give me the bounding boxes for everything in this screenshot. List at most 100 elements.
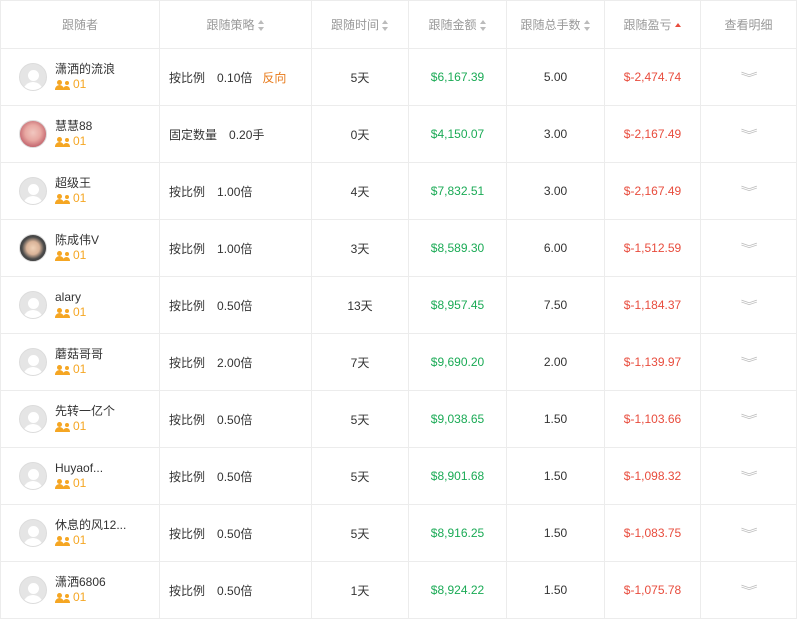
avatar[interactable]: [19, 462, 47, 490]
chevron-down-double-icon[interactable]: ︾: [741, 582, 758, 599]
follower-count-value: 01: [73, 590, 87, 604]
details-cell: ︾: [700, 447, 797, 505]
avatar[interactable]: [19, 576, 47, 604]
follow-lots: 6.00: [506, 219, 605, 277]
chevron-down-double-icon[interactable]: ︾: [741, 183, 758, 200]
follower-name[interactable]: 蘑菇哥哥: [55, 347, 103, 362]
follower-name[interactable]: Huyaof...: [55, 461, 103, 476]
follow-time: 1天: [311, 561, 409, 619]
strategy-mode: 按比例: [169, 526, 206, 541]
table-row: Huyaof... 01 按比例 0.50倍 5天 $8,901.68 1.50 …: [0, 447, 797, 505]
follower-name[interactable]: 陈成伟V: [55, 233, 99, 248]
follower-count: 01: [55, 248, 99, 263]
strategy-mode: 按比例: [169, 241, 206, 256]
strategy-cell: 按比例 2.00倍: [159, 333, 312, 391]
follower-count-value: 01: [73, 305, 87, 319]
avatar[interactable]: [19, 291, 47, 319]
follower-cell: 潇洒6806 01: [0, 561, 160, 619]
follower-name[interactable]: 慧慧88: [55, 119, 92, 134]
follow-time: 5天: [311, 390, 409, 448]
header-details: 查看明细: [700, 0, 797, 49]
chevron-down-double-icon[interactable]: ︾: [741, 69, 758, 86]
chevron-down-double-icon[interactable]: ︾: [741, 354, 758, 371]
strategy-cell: 按比例 0.50倍: [159, 276, 312, 334]
follower-name[interactable]: 超级王: [55, 176, 91, 191]
follow-lots: 7.50: [506, 276, 605, 334]
strategy-cell: 按比例 0.50倍: [159, 390, 312, 448]
avatar[interactable]: [19, 63, 47, 91]
follower-count-value: 01: [73, 191, 87, 205]
follow-amount: $8,916.25: [408, 504, 507, 562]
users-icon: [55, 535, 71, 546]
strategy-multiplier: 1.00倍: [217, 184, 253, 199]
chevron-down-double-icon[interactable]: ︾: [741, 240, 758, 257]
header-time-sort[interactable]: 跟随时间: [311, 0, 409, 49]
follow-amount: $8,901.68: [408, 447, 507, 505]
strategy-multiplier: 2.00倍: [217, 355, 253, 370]
follow-amount: $6,167.39: [408, 48, 507, 106]
avatar[interactable]: [19, 348, 47, 376]
follower-cell: alary 01: [0, 276, 160, 334]
follow-time: 7天: [311, 333, 409, 391]
avatar[interactable]: [19, 519, 47, 547]
strategy-multiplier: 0.50倍: [217, 469, 253, 484]
chevron-down-double-icon[interactable]: ︾: [741, 525, 758, 542]
chevron-down-double-icon[interactable]: ︾: [741, 468, 758, 485]
follower-name[interactable]: 潇洒6806: [55, 575, 106, 590]
chevron-down-double-icon[interactable]: ︾: [741, 126, 758, 143]
sort-icon: [479, 20, 487, 32]
follower-count: 01: [55, 362, 103, 377]
strategy-cell: 固定数量 0.20手: [159, 105, 312, 163]
chevron-down-double-icon[interactable]: ︾: [741, 297, 758, 314]
header-strategy-sort[interactable]: 跟随策略: [159, 0, 312, 49]
follower-count: 01: [55, 134, 92, 149]
sort-ascending-icon: [674, 20, 682, 31]
users-icon: [55, 421, 71, 432]
follower-name[interactable]: 先转一亿个: [55, 404, 115, 419]
follower-name[interactable]: 休息的风12...: [55, 518, 126, 533]
strategy-cell: 按比例 0.10倍 反向: [159, 48, 312, 106]
chevron-down-double-icon[interactable]: ︾: [741, 411, 758, 428]
follow-lots: 5.00: [506, 48, 605, 106]
table-row: 潇洒6806 01 按比例 0.50倍 1天 $8,924.22 1.50 $-1…: [0, 561, 797, 619]
strategy-mode: 固定数量: [169, 127, 218, 142]
follower-cell: 陈成伟V 01: [0, 219, 160, 277]
avatar[interactable]: [19, 405, 47, 433]
strategy-mode: 按比例: [169, 469, 206, 484]
follower-count: 01: [55, 590, 106, 605]
follower-name[interactable]: alary: [55, 290, 86, 305]
header-amount-sort[interactable]: 跟随金额: [408, 0, 507, 49]
follower-count-value: 01: [73, 362, 87, 376]
follower-count: 01: [55, 419, 115, 434]
follow-lots: 1.50: [506, 561, 605, 619]
follow-time: 13天: [311, 276, 409, 334]
follower-cell: 休息的风12... 01: [0, 504, 160, 562]
header-pnl-sort[interactable]: 跟随盈亏: [604, 0, 701, 49]
follow-amount: $8,589.30: [408, 219, 507, 277]
follow-time: 3天: [311, 219, 409, 277]
follower-name[interactable]: 潇洒的流浪: [55, 62, 115, 77]
users-icon: [55, 79, 71, 90]
follow-pnl: $-1,512.59: [604, 219, 701, 277]
table-row: 超级王 01 按比例 1.00倍 4天 $7,832.51 3.00 $-2,16…: [0, 162, 797, 220]
header-lots-sort[interactable]: 跟随总手数: [506, 0, 605, 49]
follow-amount: $7,832.51: [408, 162, 507, 220]
sort-icon: [257, 20, 265, 32]
avatar[interactable]: [19, 177, 47, 205]
details-cell: ︾: [700, 219, 797, 277]
avatar[interactable]: [19, 120, 47, 148]
follower-count-value: 01: [73, 77, 87, 91]
follow-lots: 3.00: [506, 162, 605, 220]
follow-pnl: $-1,075.78: [604, 561, 701, 619]
follow-lots: 3.00: [506, 105, 605, 163]
sort-icon: [583, 20, 591, 32]
follow-time: 4天: [311, 162, 409, 220]
table-row: 蘑菇哥哥 01 按比例 2.00倍 7天 $9,690.20 2.00 $-1,1…: [0, 333, 797, 391]
avatar[interactable]: [19, 234, 47, 262]
follow-time: 5天: [311, 447, 409, 505]
table-row: 休息的风12... 01 按比例 0.50倍 5天 $8,916.25 1.50 …: [0, 504, 797, 562]
table-row: 慧慧88 01 固定数量 0.20手 0天 $4,150.07 3.00 $-2,…: [0, 105, 797, 163]
strategy-multiplier: 0.20手: [229, 127, 265, 142]
follower-count-value: 01: [73, 134, 87, 148]
header-follower: 跟随者: [0, 0, 160, 49]
